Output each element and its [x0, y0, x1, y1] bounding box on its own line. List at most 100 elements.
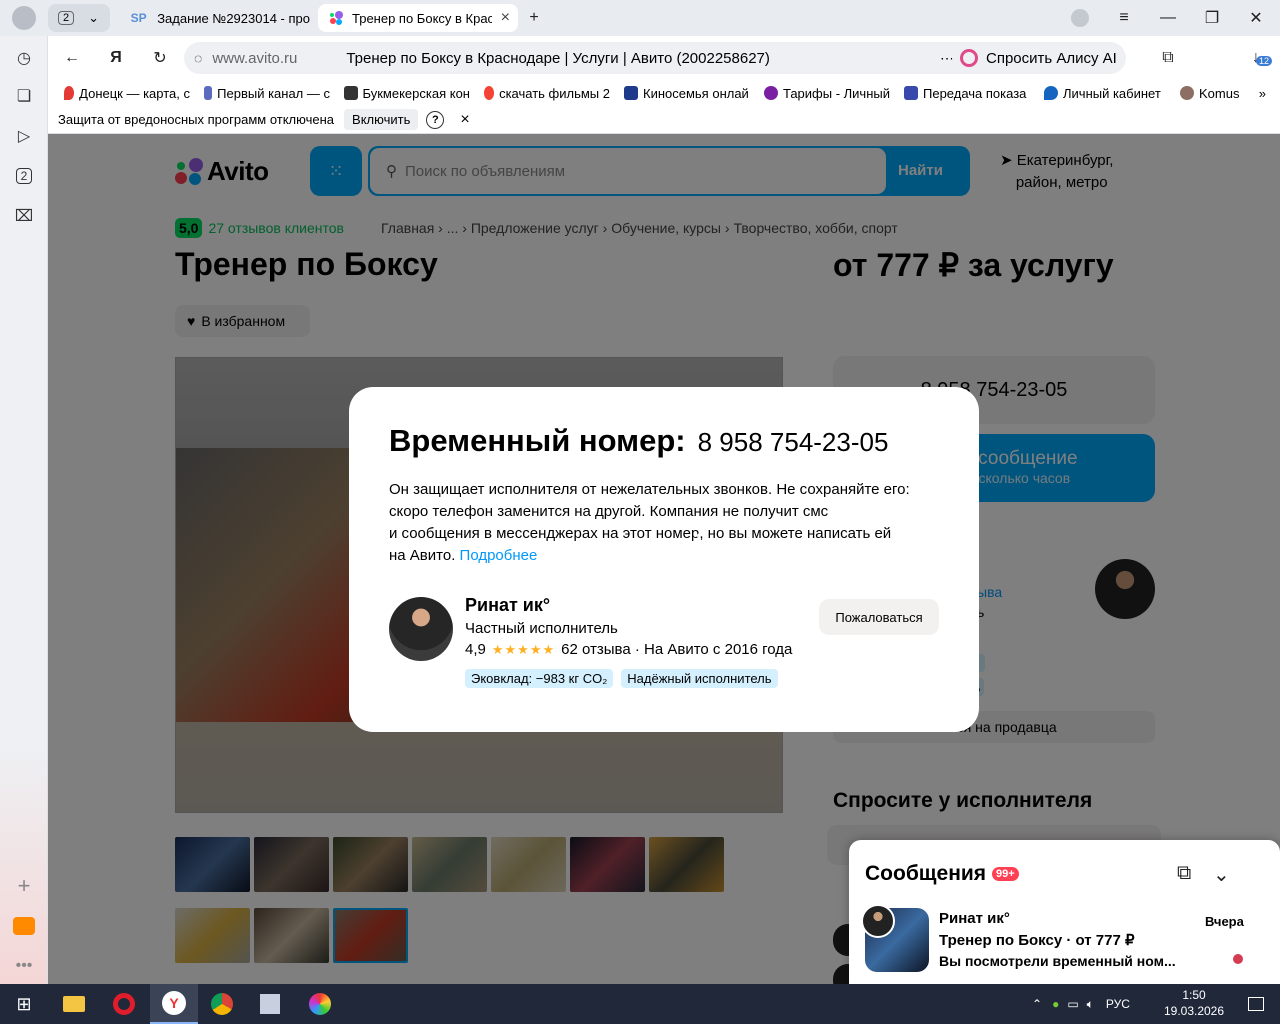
bookmark-item[interactable]: Komus — [1180, 86, 1244, 101]
tab-counter[interactable]: 2 ⌄ — [48, 4, 110, 32]
modal-text-line: на Авито. — [389, 547, 456, 564]
modal-text-line: скоро телефон заменится на другой. Компа… — [389, 503, 829, 520]
bookmark-item[interactable]: Первый канал — с — [204, 86, 330, 101]
chat-last-message: Вы посмотрели временный ном... — [939, 953, 1176, 969]
volume-icon[interactable]: 🔈︎ — [1087, 997, 1094, 1012]
modal-text-line: и сообщения в мессенджерах на этот номер… — [389, 525, 892, 542]
bookmark-icon — [484, 86, 495, 100]
tab-task[interactable]: SP Задание №2923014 - про — [118, 4, 310, 32]
tabs-count-icon[interactable]: 2 — [12, 164, 36, 188]
security-icon: ◌ — [194, 50, 203, 66]
chevron-down-icon[interactable]: ⌄ — [1213, 862, 1230, 887]
tab-avito[interactable]: Тренер по Боксу в Крас × — [318, 4, 518, 32]
reliable-badge[interactable]: Надёжный исполнитель — [621, 669, 778, 688]
alice-label: Спросить Алису AI — [986, 49, 1117, 67]
more-bookmarks-icon[interactable]: » — [1259, 86, 1266, 101]
chevron-down-icon: ⌄ — [88, 10, 100, 25]
url-field[interactable]: ◌ www.avito.ru Тренер по Боксу в Краснод… — [184, 42, 994, 74]
tab-label: Тренер по Боксу в Крас — [352, 10, 492, 26]
yandex-icon[interactable]: Я — [104, 46, 128, 70]
close-infobar-icon[interactable]: × — [460, 111, 469, 129]
explorer-icon[interactable] — [50, 984, 98, 1024]
bookmark-label: Первый канал — с — [217, 85, 330, 101]
avito-page: Avito ⁙ ⚲ Поиск по объявлениям Найти ➤ Е… — [48, 134, 1280, 984]
browser-sidepanel: ◷ ❏ ▷ 2 ⌧ + ••• — [0, 36, 48, 984]
minimize-icon[interactable]: — — [1156, 6, 1180, 30]
restore-icon[interactable]: ❐ — [1200, 6, 1224, 30]
extensions-icon[interactable]: ⧉ — [1156, 46, 1180, 70]
menu-icon[interactable]: ≡ — [1112, 6, 1136, 30]
seller-badges: Эковклад: −983 кг CO₂ Надёжный исполните… — [465, 669, 786, 688]
collections-icon[interactable]: ❏ — [12, 84, 36, 108]
star-rating-icon: ★★★★★ — [491, 641, 556, 657]
bookmark-label: Личный кабинет — [1063, 85, 1161, 101]
enable-protection-button[interactable]: Включить — [344, 109, 419, 130]
bookmark-label: Букмекерская кон — [362, 85, 471, 101]
colorful-app-icon[interactable] — [296, 984, 344, 1024]
bookmark-item[interactable]: Личный кабинет — [1044, 86, 1166, 101]
seller-reviews[interactable]: 62 отзыва — [561, 641, 631, 658]
bookmarks-bar: Донецк — карта, с Первый канал — с Букме… — [48, 80, 1280, 106]
mail-icon[interactable] — [12, 914, 36, 938]
app-icon[interactable] — [246, 984, 294, 1024]
open-external-icon[interactable]: ⧉ — [1177, 862, 1191, 885]
help-icon[interactable]: ? — [426, 110, 445, 129]
alice-button[interactable]: Спросить Алису AI — [952, 42, 1126, 74]
bookmark-label: Киносемья онлай — [643, 85, 749, 101]
close-icon[interactable]: × — [690, 518, 714, 544]
messages-widget: Сообщения 99+ ⧉ ⌄ Ринат ик° Тренер по Бо… — [849, 840, 1280, 984]
bookmark-icon — [204, 86, 213, 100]
bookmark-item[interactable]: Букмекерская кон — [344, 86, 470, 101]
yandex-browser-icon[interactable]: Y — [150, 984, 198, 1024]
language-indicator[interactable]: РУС — [1106, 997, 1130, 1011]
clock[interactable]: 1:50 19.03.2026 — [1160, 987, 1228, 1019]
tab-label: Задание №2923014 - про — [157, 10, 310, 26]
eco-badge[interactable]: Эковклад: −983 кг CO₂ — [465, 669, 614, 688]
bookmark-item[interactable]: скачать фильмы 2 — [484, 86, 610, 101]
seller-avatar[interactable] — [389, 597, 453, 661]
bookmark-label: Передача показа — [923, 85, 1027, 101]
bookmark-item[interactable]: Передача показа — [904, 86, 1030, 101]
seller-role: Частный исполнитель — [465, 620, 618, 637]
history-icon[interactable]: ◷ — [12, 46, 36, 70]
modal-text-line: Он защищает исполнителя от нежелательных… — [389, 481, 910, 498]
modal-title: Временный номер: — [389, 423, 686, 458]
network-icon[interactable]: ▭ — [1067, 997, 1078, 1011]
modal-description: Он защищает исполнителя от нежелательных… — [389, 479, 949, 567]
report-button[interactable]: Пожаловаться — [819, 599, 939, 635]
reload-icon[interactable]: ↻ — [148, 46, 172, 70]
bookmark-item[interactable]: Тарифы - Личный — [764, 86, 890, 101]
screenshot-icon[interactable]: ⌧ — [12, 204, 36, 228]
bookmark-item[interactable]: Донецк — карта, с — [64, 86, 190, 101]
new-tab-icon[interactable]: + — [522, 6, 546, 30]
bookmark-icon — [764, 86, 778, 100]
chat-user-avatar — [861, 904, 895, 938]
seller-stats: 4,9 ★★★★★ 62 отзыва · На Авито с 2016 го… — [465, 641, 792, 658]
close-window-icon[interactable]: ✕ — [1244, 6, 1268, 30]
opera-icon[interactable] — [100, 984, 148, 1024]
notifications-icon[interactable] — [1232, 984, 1280, 1024]
media-icon[interactable]: ▷ — [12, 124, 36, 148]
add-icon[interactable]: + — [12, 873, 36, 898]
account-icon[interactable] — [1068, 6, 1092, 30]
chat-subject: Тренер по Боксу · от 777 ₽ — [939, 932, 1135, 949]
page-title-in-url: Тренер по Боксу в Краснодаре | Услуги | … — [346, 49, 770, 67]
chrome-icon[interactable] — [198, 984, 246, 1024]
modal-phone-number[interactable]: 8 958 754-23-05 — [698, 427, 889, 458]
sidebar-badge: 2 — [15, 168, 33, 184]
more-info-link[interactable]: Подробнее — [460, 547, 538, 564]
bookmark-icon — [624, 86, 638, 100]
tray-app-icon[interactable]: ● — [1052, 997, 1059, 1011]
downloads-icon[interactable]: ↓12 — [1244, 46, 1273, 70]
avito-favicon-icon — [328, 10, 344, 26]
back-icon[interactable]: ← — [60, 46, 84, 70]
start-icon[interactable]: ⊞ — [0, 984, 48, 1024]
profile-icon[interactable] — [12, 6, 36, 30]
tray-expand-icon[interactable]: ⌃ — [1032, 997, 1042, 1011]
more-icon[interactable]: ••• — [12, 954, 36, 978]
close-tab-icon[interactable]: × — [501, 9, 510, 27]
seller-name[interactable]: Ринат ик° — [465, 595, 550, 616]
seller-since: · На Авито с 2016 года — [634, 641, 793, 658]
chat-listing-image — [861, 904, 929, 972]
bookmark-item[interactable]: Киносемья онлай — [624, 86, 750, 101]
